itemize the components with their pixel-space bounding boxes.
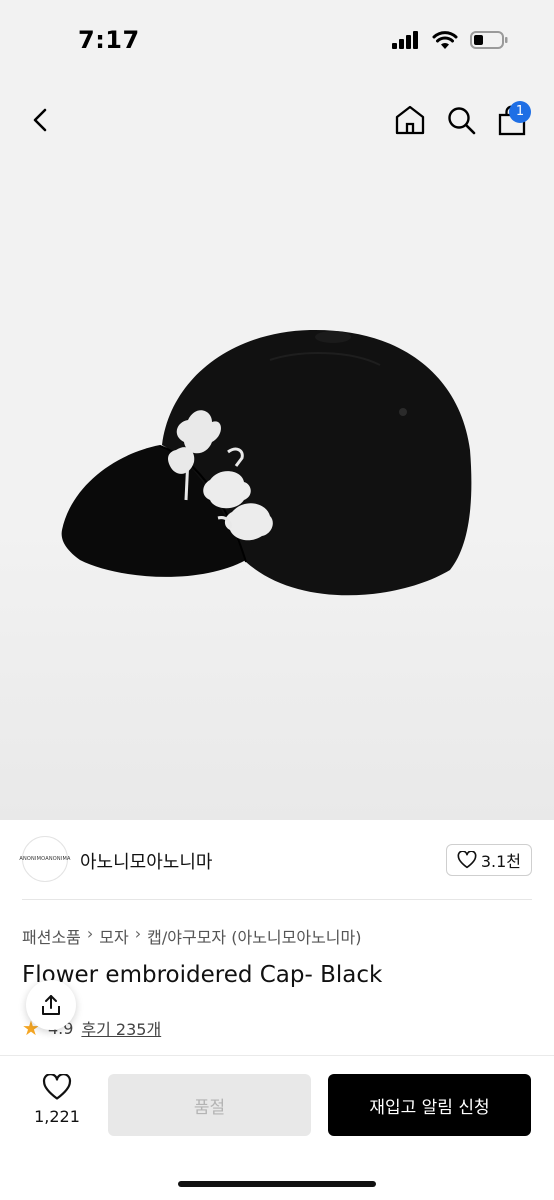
brand-name[interactable]: 아노니모아노니마 [80, 848, 212, 874]
share-button[interactable] [26, 980, 76, 1030]
review-link[interactable]: 후기 235개 [81, 1016, 161, 1040]
status-bar: 7:17 [0, 0, 554, 80]
breadcrumb-item[interactable]: 캡/야구모자 (아노니모아노니마) [147, 924, 361, 948]
signal-icon [392, 31, 418, 49]
brand-row[interactable]: ANONIMOANONIMA 아노니모아노니마 3.1천 [0, 820, 554, 900]
wishlist-button[interactable]: 1,221 [22, 1074, 92, 1144]
bottom-action-bar: 1,221 품절 재입고 알림 신청 [0, 1055, 554, 1200]
cart-count-badge: 1 [509, 101, 531, 123]
brand-logo-text: ANONIMOANONIMA [19, 856, 71, 862]
home-icon[interactable] [392, 102, 428, 138]
breadcrumb: 패션소품 › 모자 › 캡/야구모자 (아노니모아노니마) [22, 924, 361, 948]
breadcrumb-chevron-icon: › [86, 924, 94, 943]
status-icons [392, 30, 508, 50]
search-icon[interactable] [443, 102, 479, 138]
cap-illustration [61, 329, 472, 596]
breadcrumb-item[interactable]: 모자 [99, 924, 128, 948]
breadcrumb-chevron-icon: › [134, 924, 142, 943]
wishlist-count: 1,221 [34, 1107, 80, 1126]
heart-icon [457, 851, 477, 869]
share-icon [42, 995, 60, 1015]
status-time: 7:17 [78, 26, 140, 54]
restock-alert-button[interactable]: 재입고 알림 신청 [328, 1074, 531, 1136]
brand-like-count: 3.1천 [480, 852, 521, 871]
back-chevron-icon[interactable] [22, 102, 58, 138]
breadcrumb-item[interactable]: 패션소품 [22, 924, 81, 948]
home-indicator [178, 1181, 376, 1187]
divider [22, 899, 532, 900]
product-title: Flower embroidered Cap- Black [22, 962, 383, 988]
battery-icon [470, 31, 508, 49]
brand-logo[interactable]: ANONIMOANONIMA [19, 836, 71, 882]
product-image[interactable] [0, 160, 554, 820]
heart-icon [42, 1074, 72, 1100]
soldout-button: 품절 [108, 1074, 311, 1136]
navigation-bar [0, 80, 554, 160]
brand-like-button[interactable]: 3.1천 [445, 844, 532, 876]
wifi-icon [432, 30, 458, 49]
